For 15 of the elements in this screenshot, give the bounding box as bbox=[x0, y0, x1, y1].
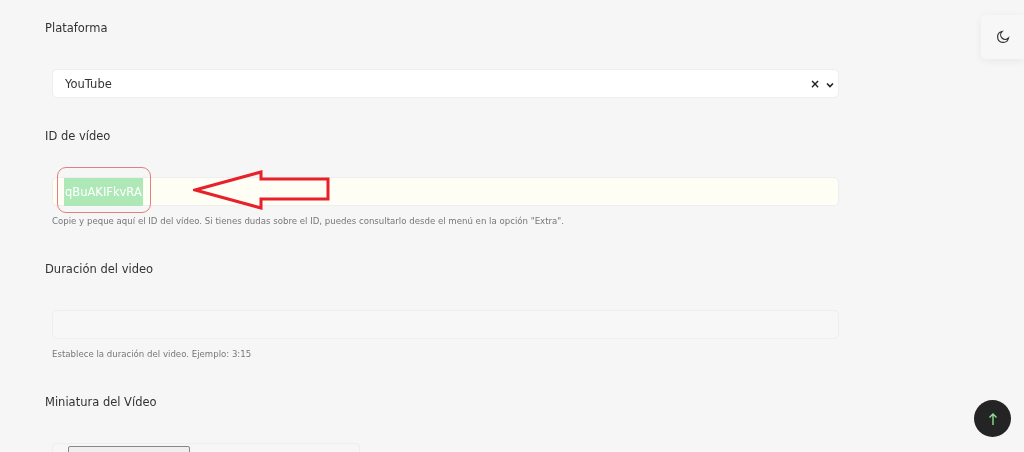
field-label: Duración del video bbox=[45, 261, 154, 277]
theme-toggle-button[interactable] bbox=[981, 15, 1024, 59]
scroll-top-button[interactable] bbox=[974, 400, 1011, 437]
clear-button[interactable]: × bbox=[809, 77, 820, 90]
field-label: Plataforma bbox=[45, 20, 108, 36]
field-label: Miniatura del Vídeo bbox=[45, 394, 157, 410]
moon-icon bbox=[995, 30, 1010, 44]
help-text: Copie y peque aquí el ID del vídeo. Si tienes dudas sobre el ID, puedes consultarlo desde el menú en la opción "Extra". bbox=[52, 215, 565, 227]
help-text: Establece la duración del video. Ejemplo: 3:15 bbox=[52, 348, 252, 360]
selected-text: qBuAKIFkvRA bbox=[64, 177, 143, 206]
select-value: YouTube bbox=[65, 76, 113, 91]
arrow-up-icon bbox=[987, 411, 998, 426]
field-label: ID de vídeo bbox=[45, 128, 111, 144]
chevron-down-icon[interactable] bbox=[826, 82, 834, 88]
platform-select[interactable]: YouTube × bbox=[52, 69, 839, 98]
